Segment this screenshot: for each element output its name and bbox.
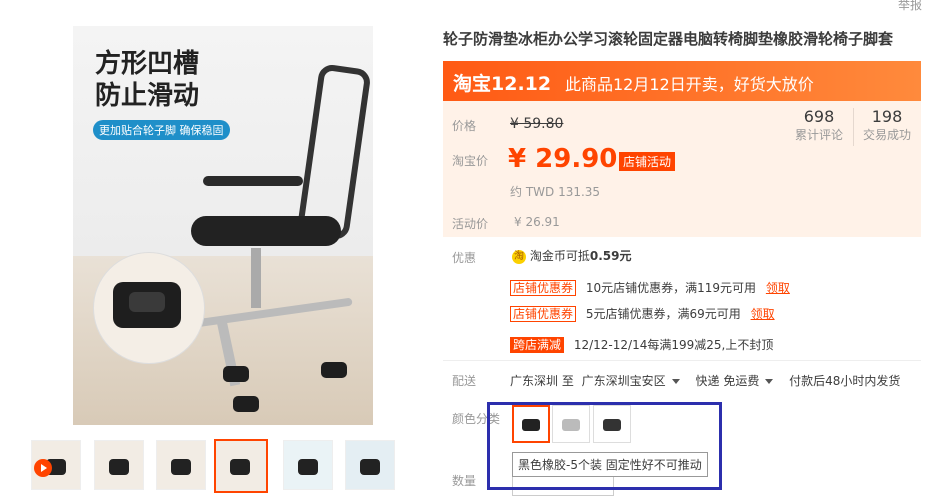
product-title: 轮子防滑垫冰柜办公学习滚轮固定器电脑转椅脚垫橡胶滑轮椅子脚套 xyxy=(443,30,894,48)
review-count[interactable]: 698 累计评论 xyxy=(790,107,848,143)
full-reduce-text: 12/12-12/14每满199减25,上不封顶 xyxy=(573,338,774,352)
act-price: ¥ 26.91 xyxy=(514,215,560,229)
pad-closeup xyxy=(113,282,181,328)
thumbnail[interactable] xyxy=(156,440,206,490)
thumbnail[interactable] xyxy=(94,440,144,490)
taobao-coin-icon: 淘 xyxy=(512,249,526,264)
twd-price: 约 TWD 131.35 xyxy=(510,185,601,199)
coupon-row: 店铺优惠券 5元店铺优惠券，满69元可用 领取 xyxy=(510,305,775,322)
thumbnail[interactable] xyxy=(345,440,395,490)
shipping-row: 广东深圳 至 广东深圳宝安区 快递 免运费 付款后48小时内发货 xyxy=(510,372,900,389)
thumbnail[interactable] xyxy=(283,440,333,490)
quantity-label: 数量 xyxy=(452,474,477,488)
main-product-image[interactable]: 方形凹槽 防止滑动 更加贴合轮子脚 确保稳固 xyxy=(73,26,373,425)
play-icon xyxy=(34,459,52,477)
full-reduce-tag: 跨店满减 xyxy=(510,337,565,353)
promo-logo: 淘宝12.12 xyxy=(453,73,552,95)
full-reduce-row: 跨店满减 12/12-12/14每满199减25,上不封顶 xyxy=(510,336,773,353)
coin-offer: 淘 淘金币可抵0.59元 xyxy=(512,247,631,264)
image-pill: 更加贴合轮子脚 确保稳固 xyxy=(93,120,230,140)
shipping-method[interactable]: 快递 免运费 xyxy=(696,374,774,388)
act-price-label: 活动价 xyxy=(452,217,489,231)
coin-offer-value: 0.59元 xyxy=(589,249,632,263)
shop-activity-tag: 店铺活动 xyxy=(619,152,676,171)
coupon-tag: 店铺优惠券 xyxy=(510,306,577,322)
chair-arm xyxy=(203,176,303,186)
chair-foot-pad xyxy=(321,362,347,378)
stats-divider xyxy=(853,108,854,146)
sales-count-label: 交易成功 xyxy=(862,128,911,142)
sales-count: 198 交易成功 xyxy=(858,107,916,143)
pad-icon xyxy=(109,459,129,475)
coupon-text: 5元店铺优惠券，满69元可用 xyxy=(585,307,741,321)
tb-price: ¥ 29.90 xyxy=(508,144,618,174)
coupon-text: 10元店铺优惠券，满119元可用 xyxy=(585,281,757,295)
shipping-note: 付款后48小时内发货 xyxy=(789,374,901,388)
get-coupon-link[interactable]: 领取 xyxy=(766,281,790,295)
chair-foot-pad xyxy=(233,396,259,412)
pad-icon xyxy=(171,459,191,475)
orig-price-label: 价格 xyxy=(452,119,477,133)
chevron-down-icon xyxy=(671,379,680,384)
review-count-label: 累计评论 xyxy=(794,128,843,142)
promo-text: 此商品12月12日开卖，好货大放价 xyxy=(565,75,814,94)
tb-price-label: 淘宝价 xyxy=(452,154,489,168)
image-headline: 方形凹槽 防止滑动 xyxy=(95,49,200,111)
highlight-box xyxy=(487,402,722,490)
pad-icon xyxy=(360,459,380,475)
chevron-down-icon xyxy=(765,379,774,384)
promo-banner: 淘宝12.12 此商品12月12日开卖，好货大放价 xyxy=(443,61,921,101)
chair-foot-pad xyxy=(223,366,249,382)
coupon-tag: 店铺优惠券 xyxy=(510,280,577,296)
pad-icon xyxy=(298,459,318,475)
coupon-row: 店铺优惠券 10元店铺优惠券，满119元可用 领取 xyxy=(510,279,790,296)
shipping-destination[interactable]: 广东深圳宝安区 xyxy=(582,374,680,388)
divider xyxy=(443,360,921,361)
chair-icon xyxy=(230,459,250,475)
report-link[interactable]: 举报 xyxy=(898,0,922,13)
offers-label: 优惠 xyxy=(452,251,477,265)
chair-post xyxy=(251,248,261,308)
chair-seat xyxy=(191,216,341,246)
orig-price: ¥ 59.80 xyxy=(510,116,564,132)
thumbnail-video[interactable] xyxy=(31,440,81,490)
get-coupon-link[interactable]: 领取 xyxy=(751,307,775,321)
thumbnail-active[interactable] xyxy=(214,439,268,493)
review-count-number: 698 xyxy=(803,107,835,126)
coin-offer-text: 淘金币可抵 xyxy=(529,249,590,263)
shipping-from: 广东深圳 至 xyxy=(510,374,574,388)
shipping-label: 配送 xyxy=(452,374,477,388)
sales-count-number: 198 xyxy=(871,107,903,126)
